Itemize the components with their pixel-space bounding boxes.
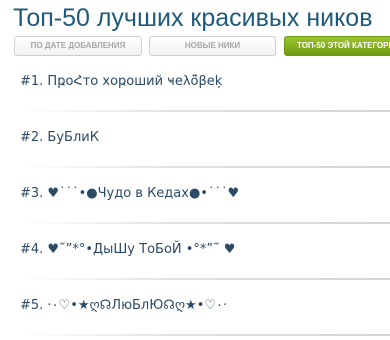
page-title: Топ-50 лучших красивых ников xyxy=(13,4,373,32)
divider xyxy=(20,166,390,168)
list-item: #5. ·٠♡•★ღ☊ЛюБлЮ☊ღ★•♡٠· xyxy=(0,284,390,340)
tab-by-date[interactable]: по дате добавления xyxy=(14,36,142,56)
list-item: #1. ПҏоՀто хоҏоший ҹеλӧ̃βеķ xyxy=(0,60,390,116)
nick-text[interactable]: #2. БуБлиК xyxy=(20,130,99,145)
filter-tabs: по дате добавления новые ники ТОП-50 ЭТО… xyxy=(14,36,390,56)
list-item: #2. БуБлиК xyxy=(0,116,390,172)
nick-text[interactable]: #5. ·٠♡•★ღ☊ЛюБлЮ☊ღ★•♡٠· xyxy=(20,298,227,313)
nick-text[interactable]: #4. ♥˜”*°•ДыШу ТоБоЙ •°*”˜ ♥ xyxy=(20,242,235,257)
tab-new-nicks[interactable]: новые ники xyxy=(149,36,276,56)
divider xyxy=(20,110,390,112)
nick-list: #1. ПҏоՀто хоҏоший ҹеλӧ̃βеķ #2. БуБлиК #… xyxy=(0,60,390,340)
divider xyxy=(20,222,390,224)
list-item: #3. ♥˙˙˙•●Чудо в Кедах●•˙˙˙♥ xyxy=(0,172,390,228)
divider xyxy=(20,334,390,336)
divider xyxy=(20,278,390,280)
list-item: #4. ♥˜”*°•ДыШу ТоБоЙ •°*”˜ ♥ xyxy=(0,228,390,284)
tab-top-50[interactable]: ТОП-50 ЭТОЙ КАТЕГОРИИ xyxy=(284,36,390,56)
nick-text[interactable]: #1. ПҏоՀто хоҏоший ҹеλӧ̃βеķ xyxy=(20,74,222,89)
nick-text[interactable]: #3. ♥˙˙˙•●Чудо в Кедах●•˙˙˙♥ xyxy=(20,186,239,201)
